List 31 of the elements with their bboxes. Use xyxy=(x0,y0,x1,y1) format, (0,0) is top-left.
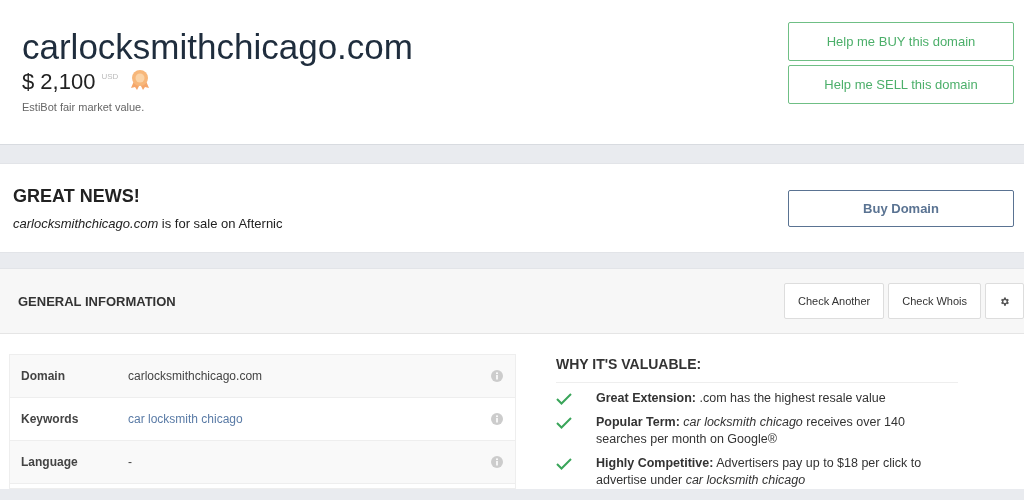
buy-domain-button[interactable]: Buy Domain xyxy=(788,189,1014,227)
reason-text: Highly Competitive: Advertisers pay up to $18 per click to advertise under car locksmith chicago xyxy=(596,455,923,489)
row-label: Keywords xyxy=(21,412,80,426)
checkmark-icon xyxy=(556,417,572,429)
info-icon xyxy=(491,456,503,468)
gear-icon xyxy=(999,295,1010,307)
sale-text: carlocksmithchicago.com is for sale on Afternic xyxy=(13,215,283,231)
checkmark-icon xyxy=(556,458,572,470)
domain-title: carlocksmithchicago.com xyxy=(22,27,413,67)
checkmark-icon xyxy=(556,393,572,405)
row-value: carlocksmithchicago.com xyxy=(128,369,264,383)
reason-text: Great Extension: .com has the highest resale value xyxy=(596,390,887,407)
section-title: GENERAL INFORMATION xyxy=(18,293,176,309)
check-button[interactable]: Check Another xyxy=(784,283,885,319)
info-icon xyxy=(491,413,503,425)
keyword-link[interactable]: car locksmith chicago xyxy=(128,412,491,426)
reason-text: Popular Term: car locksmith chicago receives over 140 searches per month on Google® xyxy=(596,414,906,448)
settings-button[interactable] xyxy=(985,283,1024,319)
currency-label: USD xyxy=(101,72,119,81)
valuation-note: EstiBot fair market value. xyxy=(22,101,146,113)
row-label: Language xyxy=(21,455,79,469)
row-label: Domain xyxy=(21,369,66,383)
award-ribbon-icon xyxy=(130,69,151,91)
price: $ 2,100 xyxy=(22,69,96,95)
check-button[interactable]: Check Whois xyxy=(888,283,981,319)
row-value: - xyxy=(128,455,133,469)
news-title: GREAT NEWS! xyxy=(13,185,141,207)
help-button[interactable]: Help me SELL this domain xyxy=(788,65,1014,104)
help-button[interactable]: Help me BUY this domain xyxy=(788,22,1014,61)
info-icon xyxy=(491,370,503,382)
valuable-title: WHY IT'S VALUABLE: xyxy=(556,356,958,383)
